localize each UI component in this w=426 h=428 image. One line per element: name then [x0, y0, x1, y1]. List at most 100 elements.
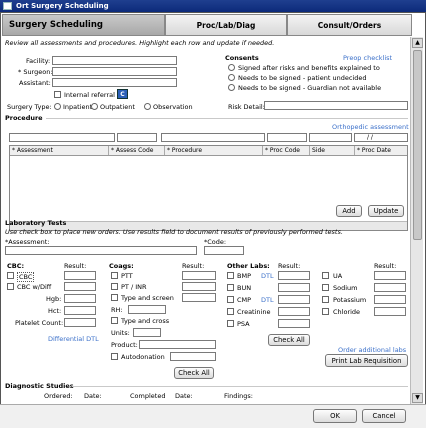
type-cross-checkbox[interactable] [111, 317, 118, 324]
procedure-grid[interactable]: * Assessment * Assess Code * Procedure *… [9, 145, 408, 231]
ua-result-field[interactable] [374, 271, 406, 280]
type-screen-checkbox[interactable] [111, 294, 118, 301]
pt-inr-checkbox[interactable] [111, 283, 118, 290]
scroll-down-icon[interactable]: ▼ [412, 393, 423, 403]
assess-code-input[interactable] [117, 133, 157, 142]
creatinine-checkbox[interactable] [227, 308, 234, 315]
consent-guardian-radio[interactable] [228, 84, 235, 91]
inpatient-radio[interactable] [54, 103, 61, 110]
differential-dtl-link[interactable]: Differential DTL [48, 335, 99, 343]
col-proc-date[interactable]: * Proc Date [355, 146, 407, 155]
lab-code-field[interactable] [204, 246, 244, 255]
cmp-label: CMP [237, 296, 252, 304]
units-field[interactable] [133, 328, 161, 337]
lab-code-label: *Code: [204, 238, 227, 246]
print-lab-requisition-button[interactable]: Print Lab Requisition [325, 354, 408, 367]
insurance-card-icon[interactable]: C [117, 89, 128, 99]
assessment-input[interactable] [9, 133, 115, 142]
ptt-checkbox[interactable] [111, 272, 118, 279]
scroll-up-icon[interactable]: ▲ [412, 38, 423, 48]
facility-field[interactable] [52, 56, 177, 65]
hgb-field[interactable] [64, 294, 96, 303]
cbc-result-field[interactable] [64, 271, 96, 280]
col-assess-code[interactable]: * Assess Code [109, 146, 165, 155]
bmp-dtl-link[interactable]: DTL [261, 272, 274, 280]
lab-assessment-field[interactable] [5, 246, 197, 255]
chloride-result-field[interactable] [374, 307, 406, 316]
ptt-result-field[interactable] [182, 271, 216, 280]
ok-button[interactable]: OK [313, 409, 357, 423]
rh-label: RH: [111, 306, 123, 314]
cbc-diff-checkbox[interactable] [7, 283, 14, 290]
lab-assessment-label: *Assessment: [5, 238, 50, 246]
assistant-field[interactable] [52, 78, 177, 87]
coags-check-all-button[interactable]: Check All [174, 367, 214, 379]
product-field[interactable] [139, 340, 216, 349]
hct-field[interactable] [64, 306, 96, 315]
potassium-checkbox[interactable] [322, 296, 329, 303]
col-procedure[interactable]: * Procedure [165, 146, 263, 155]
bmp-result-field[interactable] [278, 271, 310, 280]
internal-referral-checkbox[interactable] [54, 91, 61, 98]
observation-label: Observation [153, 103, 193, 111]
other-labs-result-label: Result: [278, 262, 301, 270]
proc-code-input[interactable] [267, 133, 307, 142]
cmp-checkbox[interactable] [227, 296, 234, 303]
risk-detail-field[interactable] [264, 101, 408, 110]
ua-checkbox[interactable] [322, 272, 329, 279]
update-procedure-button[interactable]: Update [368, 205, 404, 217]
chloride-checkbox[interactable] [322, 308, 329, 315]
procedure-input[interactable] [161, 133, 265, 142]
surgeon-field[interactable] [52, 67, 177, 76]
pt-inr-label: PT / INR [121, 283, 147, 291]
autodonation-checkbox[interactable] [111, 353, 118, 360]
observation-radio[interactable] [144, 103, 151, 110]
scroll-thumb[interactable] [413, 50, 422, 240]
bmp-label: BMP [237, 272, 251, 280]
orthopedic-assessment-link[interactable]: Orthopedic assessment [332, 123, 409, 131]
bun-result-field[interactable] [278, 283, 310, 292]
coags-title: Coags: [109, 262, 134, 270]
platelet-field[interactable] [64, 318, 96, 327]
col-side[interactable]: Side [310, 146, 355, 155]
preop-checklist-link[interactable]: Preop checklist [343, 54, 392, 62]
cbc-checkbox[interactable] [7, 272, 14, 279]
cbc-diff-label: CBC w/Diff [17, 283, 52, 291]
cmp-dtl-link[interactable]: DTL [261, 296, 274, 304]
type-screen-result-field[interactable] [182, 293, 216, 302]
pt-inr-result-field[interactable] [182, 282, 216, 291]
outpatient-radio[interactable] [91, 103, 98, 110]
cancel-button[interactable]: Cancel [362, 409, 406, 423]
intro-text: Review all assessments and procedures. H… [5, 39, 275, 47]
cbc-diff-result-field[interactable] [64, 282, 96, 291]
bun-label: BUN [237, 284, 252, 292]
consent-signed-radio[interactable] [228, 64, 235, 71]
consent-undecided-radio[interactable] [228, 74, 235, 81]
col-assessment[interactable]: * Assessment [10, 146, 109, 155]
order-additional-labs-link[interactable]: Order additional labs [338, 346, 406, 354]
psa-result-field[interactable] [278, 319, 310, 328]
rh-field[interactable] [128, 305, 166, 314]
bmp-checkbox[interactable] [227, 272, 234, 279]
tab-consult-orders[interactable]: Consult/Orders [287, 14, 412, 36]
add-procedure-button[interactable]: Add [336, 205, 362, 217]
other-labs-check-all-button[interactable]: Check All [268, 334, 310, 346]
window-title-bar: Ort Surgery Scheduling [0, 0, 426, 12]
other-labs-title: Other Labs: [227, 262, 270, 270]
proc-date-input[interactable]: / / [354, 133, 408, 142]
creatinine-result-field[interactable] [278, 307, 310, 316]
vertical-scrollbar[interactable]: ▲ ▼ [410, 37, 423, 404]
cmp-result-field[interactable] [278, 295, 310, 304]
autodonation-field[interactable] [170, 352, 216, 361]
bun-checkbox[interactable] [227, 284, 234, 291]
tab-proc-lab-diag[interactable]: Proc/Lab/Diag [165, 14, 287, 36]
inpatient-label: Inpatient [63, 103, 93, 111]
col-proc-code[interactable]: * Proc Code [263, 146, 310, 155]
psa-checkbox[interactable] [227, 320, 234, 327]
side-select[interactable] [309, 133, 352, 142]
potassium-result-field[interactable] [374, 295, 406, 304]
sodium-checkbox[interactable] [322, 284, 329, 291]
diag-col-date: Date: [84, 392, 102, 400]
sodium-result-field[interactable] [374, 283, 406, 292]
tab-surgery-scheduling[interactable]: Surgery Scheduling [2, 14, 165, 36]
